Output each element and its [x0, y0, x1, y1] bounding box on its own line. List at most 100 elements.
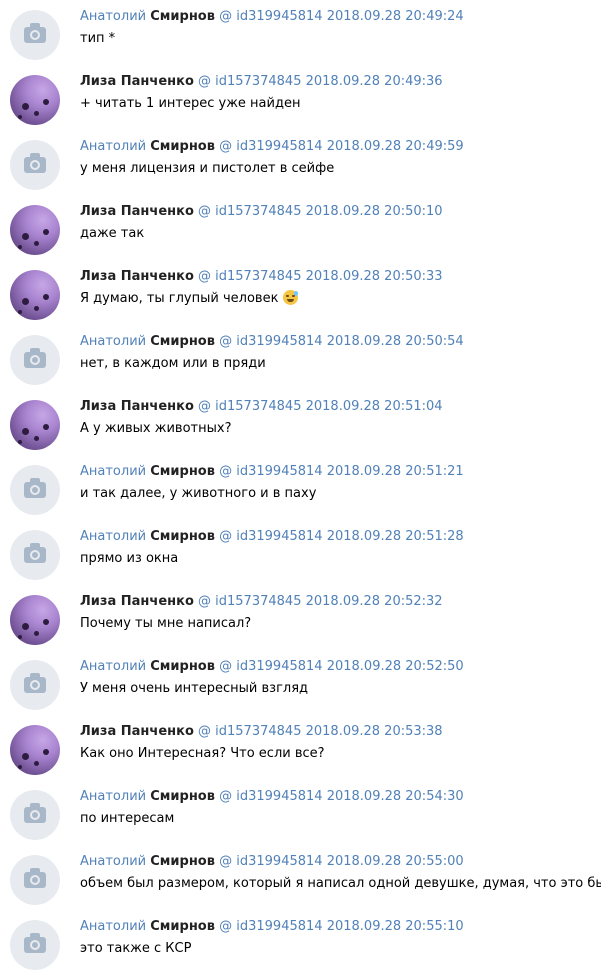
author-name[interactable]: Смирнов — [150, 139, 215, 154]
message-text: Как оно Интересная? Что если все? — [80, 745, 325, 762]
author-id-link[interactable]: id319945814 — [236, 854, 322, 869]
message-item: Анатолий Смирнов @ id319945814 2018.09.2… — [0, 780, 601, 845]
author-first-name[interactable]: Анатолий — [80, 919, 146, 934]
message-meta: Анатолий Смирнов @ id319945814 2018.09.2… — [80, 8, 464, 25]
author-name[interactable]: Лиза Панченко — [80, 74, 194, 89]
avatar[interactable] — [10, 270, 60, 320]
avatar[interactable] — [10, 400, 60, 450]
author-id-link[interactable]: id157374845 — [215, 74, 301, 89]
author-id-link[interactable]: id157374845 — [215, 594, 301, 609]
message-text: и так далее, у животного и в паху — [80, 485, 316, 502]
author-name[interactable]: Смирнов — [150, 789, 215, 804]
message-meta: Анатолий Смирнов @ id319945814 2018.09.2… — [80, 333, 464, 350]
avatar[interactable] — [10, 140, 60, 190]
author-name[interactable]: Лиза Панченко — [80, 269, 194, 284]
message-meta: Анатолий Смирнов @ id319945814 2018.09.2… — [80, 528, 464, 545]
message-text: Я думаю, ты глупый человек — [80, 290, 298, 307]
sweat-smile-emoji — [282, 290, 298, 305]
message-body: У меня очень интересный взгляд — [80, 681, 309, 696]
camera-icon — [24, 803, 46, 823]
message-text: нет, в каждом или в пряди — [80, 355, 266, 372]
author-id-link[interactable]: id157374845 — [215, 724, 301, 739]
camera-icon — [24, 478, 46, 498]
author-id-link[interactable]: id157374845 — [215, 399, 301, 414]
author-id-link[interactable]: id319945814 — [236, 464, 322, 479]
author-name[interactable]: Смирнов — [150, 9, 215, 24]
message-meta: Анатолий Смирнов @ id319945814 2018.09.2… — [80, 658, 464, 675]
timestamp: 2018.09.28 20:50:33 — [305, 269, 443, 284]
author-name[interactable]: Смирнов — [150, 659, 215, 674]
avatar[interactable] — [10, 595, 60, 645]
author-first-name[interactable]: Анатолий — [80, 854, 146, 869]
at-sign: @ — [219, 139, 233, 154]
author-id-link[interactable]: id319945814 — [236, 659, 322, 674]
at-sign: @ — [219, 334, 233, 349]
author-id-link[interactable]: id319945814 — [236, 9, 322, 24]
message-body: Почему ты мне написал? — [80, 616, 252, 631]
author-id-link[interactable]: id319945814 — [236, 529, 322, 544]
message-body: у меня лицензия и пистолет в сейфе — [80, 161, 335, 176]
author-name[interactable]: Лиза Панченко — [80, 594, 194, 609]
message-text: А у живых животных? — [80, 420, 231, 437]
avatar[interactable] — [10, 465, 60, 515]
message-text: прямо из окна — [80, 550, 178, 567]
timestamp: 2018.09.28 20:52:32 — [305, 594, 443, 609]
author-name[interactable]: Лиза Панченко — [80, 399, 194, 414]
avatar[interactable] — [10, 855, 60, 905]
message-item: Лиза Панченко @ id157374845 2018.09.28 2… — [0, 715, 601, 780]
avatar[interactable] — [10, 660, 60, 710]
timestamp: 2018.09.28 20:49:24 — [326, 9, 464, 24]
message-body: Я думаю, ты глупый человек — [80, 291, 279, 306]
timestamp: 2018.09.28 20:55:00 — [326, 854, 464, 869]
author-id-link[interactable]: id157374845 — [215, 269, 301, 284]
message-meta: Лиза Панченко @ id157374845 2018.09.28 2… — [80, 593, 443, 610]
at-sign: @ — [198, 724, 212, 739]
avatar[interactable] — [10, 205, 60, 255]
author-name[interactable]: Смирнов — [150, 919, 215, 934]
timestamp: 2018.09.28 20:50:10 — [305, 204, 443, 219]
author-name[interactable]: Смирнов — [150, 464, 215, 479]
author-name[interactable]: Лиза Панченко — [80, 204, 194, 219]
timestamp: 2018.09.28 20:51:21 — [326, 464, 464, 479]
message-item: Анатолий Смирнов @ id319945814 2018.09.2… — [0, 325, 601, 390]
avatar[interactable] — [10, 725, 60, 775]
camera-icon — [24, 673, 46, 693]
avatar[interactable] — [10, 75, 60, 125]
author-name[interactable]: Смирнов — [150, 334, 215, 349]
author-first-name[interactable]: Анатолий — [80, 9, 146, 24]
author-first-name[interactable]: Анатолий — [80, 659, 146, 674]
message-text: Почему ты мне написал? — [80, 615, 251, 632]
author-id-link[interactable]: id157374845 — [215, 204, 301, 219]
message-body: это также с КСР — [80, 941, 192, 956]
message-body: объем был размером, который я написал од… — [80, 876, 601, 891]
author-first-name[interactable]: Анатолий — [80, 529, 146, 544]
author-first-name[interactable]: Анатолий — [80, 464, 146, 479]
message-body: по интересам — [80, 811, 175, 826]
author-id-link[interactable]: id319945814 — [236, 139, 322, 154]
author-id-link[interactable]: id319945814 — [236, 789, 322, 804]
avatar[interactable] — [10, 530, 60, 580]
author-name[interactable]: Лиза Панченко — [80, 724, 194, 739]
author-name[interactable]: Смирнов — [150, 854, 215, 869]
author-first-name[interactable]: Анатолий — [80, 334, 146, 349]
message-meta: Анатолий Смирнов @ id319945814 2018.09.2… — [80, 788, 464, 805]
message-meta: Лиза Панченко @ id157374845 2018.09.28 2… — [80, 723, 443, 740]
message-meta: Лиза Панченко @ id157374845 2018.09.28 2… — [80, 398, 443, 415]
message-item: Лиза Панченко @ id157374845 2018.09.28 2… — [0, 390, 601, 455]
author-first-name[interactable]: Анатолий — [80, 139, 146, 154]
author-first-name[interactable]: Анатолий — [80, 789, 146, 804]
message-item: Анатолий Смирнов @ id319945814 2018.09.2… — [0, 130, 601, 195]
at-sign: @ — [198, 204, 212, 219]
message-item: Анатолий Смирнов @ id319945814 2018.09.2… — [0, 0, 601, 65]
avatar[interactable] — [10, 10, 60, 60]
author-id-link[interactable]: id319945814 — [236, 919, 322, 934]
author-id-link[interactable]: id319945814 — [236, 334, 322, 349]
camera-icon — [24, 348, 46, 368]
author-name[interactable]: Смирнов — [150, 529, 215, 544]
avatar[interactable] — [10, 335, 60, 385]
message-body: нет, в каждом или в пряди — [80, 356, 266, 371]
avatar[interactable] — [10, 790, 60, 840]
at-sign: @ — [198, 399, 212, 414]
at-sign: @ — [219, 464, 233, 479]
message-item: Лиза Панченко @ id157374845 2018.09.28 2… — [0, 585, 601, 650]
